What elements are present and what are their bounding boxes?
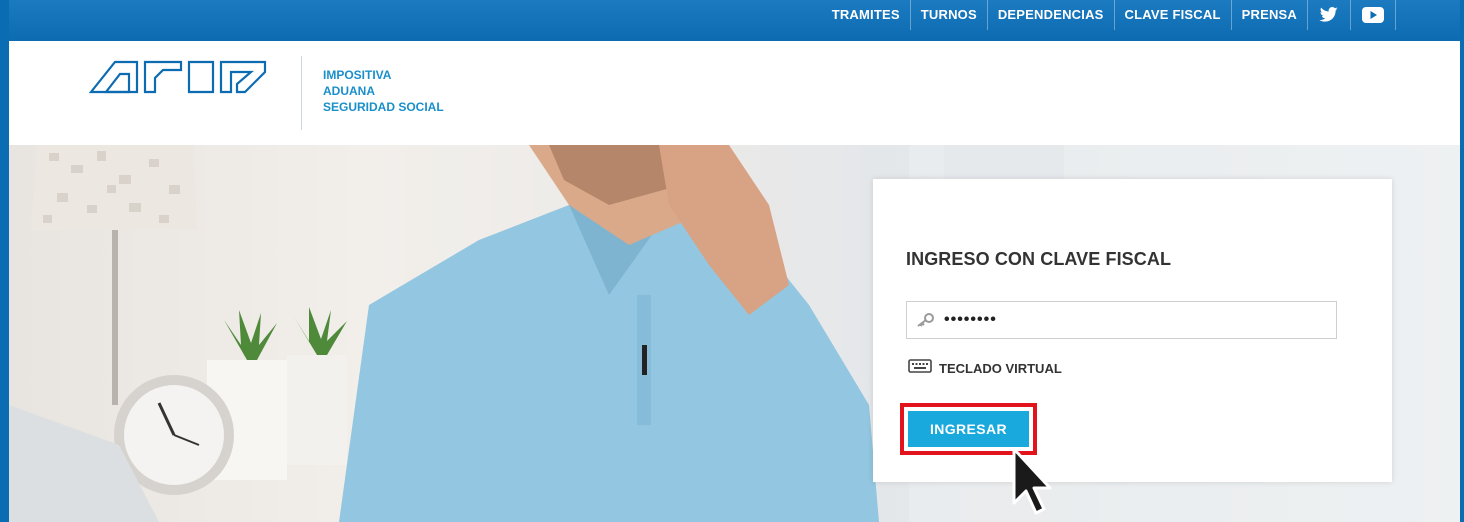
top-nav: TRAMITES TURNOS DEPENDENCIAS CLAVE FISCA… [822, 0, 1396, 36]
tagline-seguridad-social: SEGURIDAD SOCIAL [323, 100, 444, 114]
virtual-keyboard-label: TECLADO VIRTUAL [939, 361, 1062, 376]
nav-tramites[interactable]: TRAMITES [822, 0, 911, 30]
nav-prensa[interactable]: PRENSA [1232, 0, 1308, 30]
ingresar-button[interactable]: INGRESAR [908, 411, 1029, 447]
frame-left-border [0, 0, 9, 522]
keyboard-icon [908, 359, 932, 378]
afip-logo[interactable] [88, 60, 289, 99]
mouse-pointer-icon [1010, 447, 1056, 522]
tagline-aduana: ADUANA [323, 84, 375, 98]
twitter-icon[interactable] [1308, 0, 1351, 30]
login-card: INGRESO CON CLAVE FISCAL TECLADO VIRTUAL… [873, 179, 1392, 482]
password-input[interactable] [944, 311, 1324, 329]
top-nav-bar: TRAMITES TURNOS DEPENDENCIAS CLAVE FISCA… [0, 0, 1464, 41]
tagline-impositiva: IMPOSITIVA [323, 68, 392, 82]
nav-dependencias[interactable]: DEPENDENCIAS [988, 0, 1115, 30]
login-title: INGRESO CON CLAVE FISCAL [906, 249, 1172, 269]
youtube-icon[interactable] [1351, 0, 1396, 30]
virtual-keyboard-link[interactable]: TECLADO VIRTUAL [908, 359, 1062, 378]
logo-divider [301, 56, 302, 130]
nav-clave-fiscal[interactable]: CLAVE FISCAL [1115, 0, 1232, 30]
site-header: IMPOSITIVA ADUANA SEGURIDAD SOCIAL [9, 41, 1460, 145]
tagline: IMPOSITIVA ADUANA SEGURIDAD SOCIAL [323, 67, 444, 115]
nav-turnos[interactable]: TURNOS [911, 0, 988, 30]
password-field[interactable] [906, 301, 1337, 339]
key-icon [916, 313, 934, 327]
frame-right-border [1460, 0, 1464, 522]
